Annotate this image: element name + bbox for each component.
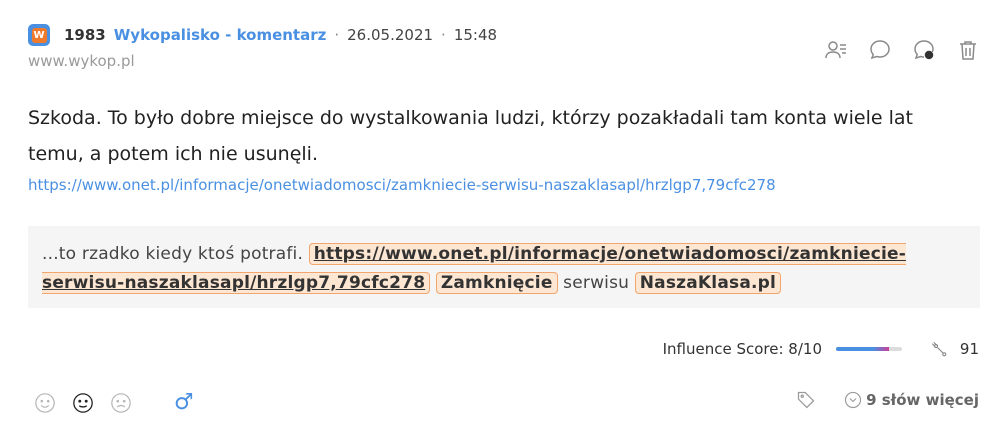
quote-prefix: ...to rzadko kiedy ktoś potrafi.: [42, 244, 304, 264]
footer-actions: 9 słów więcej: [796, 390, 979, 410]
source-quote: ...to rzadko kiedy ktoś potrafi. https:/…: [28, 226, 980, 308]
post-date: 26.05.2021: [347, 26, 434, 44]
reach-count: 91: [930, 340, 979, 358]
tag-icon[interactable]: [796, 390, 816, 410]
post-header: W 1983 Wykopalisko - komentarz · 26.05.2…: [28, 22, 497, 48]
chevron-down-circle-icon: [845, 391, 862, 409]
author-list-icon[interactable]: [822, 36, 850, 64]
reach-count-value: 91: [959, 340, 979, 358]
year: 1983: [64, 26, 106, 44]
influence-bar: [836, 347, 902, 351]
source-domain: www.wykop.pl: [28, 52, 135, 70]
neutral-sentiment-icon[interactable]: [72, 392, 94, 414]
highlight-keyword: NaszaKlasa.pl: [634, 272, 782, 294]
influence-bar-fill: [836, 347, 889, 351]
quote-middle: serwisu: [563, 273, 630, 293]
negative-sentiment-icon[interactable]: [110, 392, 132, 414]
separator: ·: [441, 26, 446, 44]
trash-icon[interactable]: [954, 36, 982, 64]
show-more-label: 9 słów więcej: [866, 391, 979, 409]
share-link-icon: [931, 341, 947, 357]
comment-search-icon[interactable]: [910, 36, 938, 64]
influence-score: Influence Score: 8/10: [663, 340, 902, 358]
highlight-keyword: Zamknięcie: [435, 272, 558, 294]
positive-sentiment-icon[interactable]: [34, 392, 56, 414]
reactions: ♂: [34, 390, 194, 415]
show-more-button[interactable]: 9 słów więcej: [844, 391, 979, 409]
post-time: 15:48: [453, 26, 498, 44]
post-actions: [822, 36, 982, 64]
wykop-logo-icon: W: [28, 24, 50, 46]
source-name-link[interactable]: Wykopalisko - komentarz: [114, 26, 327, 44]
comment-icon[interactable]: [866, 36, 894, 64]
influence-label: Influence Score: 8/10: [662, 340, 822, 358]
separator: ·: [334, 26, 340, 44]
male-gender-icon[interactable]: ♂: [174, 390, 194, 415]
article-link[interactable]: https://www.onet.pl/informacje/onetwiado…: [28, 176, 776, 194]
post-content: Szkoda. To było dobre miejsce do wystalk…: [28, 107, 913, 165]
